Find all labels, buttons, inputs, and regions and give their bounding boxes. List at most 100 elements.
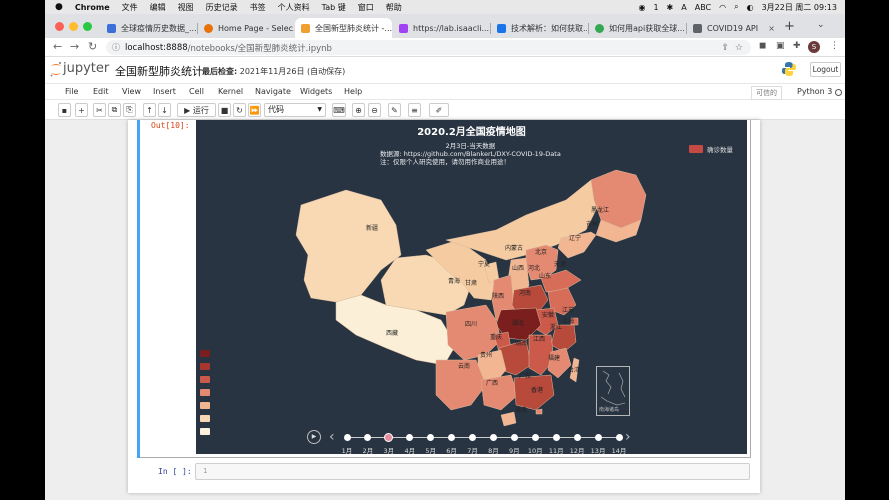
insert-cell-icon[interactable]: +	[75, 103, 88, 117]
timeline-label[interactable]: 4月	[400, 445, 420, 454]
jupyter-logo-text[interactable]: jupyter	[63, 61, 109, 76]
timeline-label[interactable]: 8月	[483, 445, 503, 454]
tab-api-guide[interactable]: 如何用api获取全球... ×	[589, 18, 685, 38]
list-icon[interactable]: ≡	[408, 103, 421, 117]
code-input-cell[interactable]: 1	[195, 463, 750, 480]
timeline-point[interactable]	[552, 434, 560, 441]
reload-icon[interactable]: ↻	[88, 40, 97, 53]
menu-file[interactable]: File	[65, 87, 78, 96]
timeline-point[interactable]	[573, 434, 581, 441]
menu-tab[interactable]: Tab 键	[322, 2, 346, 13]
menu-chrome[interactable]: Chrome	[75, 3, 110, 12]
visual-map-swatch[interactable]	[200, 363, 210, 370]
fast-forward-icon[interactable]: ⏩	[248, 103, 261, 117]
tab-notebook-active[interactable]: 全国新型肺炎统计 -... ×	[295, 18, 392, 38]
visual-map-swatch[interactable]	[200, 350, 210, 357]
timeline-label[interactable]: 11月	[546, 445, 566, 454]
run-button[interactable]: ▶ 运行	[177, 103, 216, 117]
timeline-label[interactable]: 14月	[609, 445, 629, 454]
kernel-name[interactable]: Python 3	[797, 87, 832, 96]
timeline-play-button[interactable]: ▶	[307, 430, 321, 444]
timeline-label[interactable]: 2月	[358, 445, 378, 454]
wechat-icon[interactable]: ◉	[638, 3, 645, 12]
menu-insert[interactable]: Insert	[153, 87, 176, 96]
visual-map-swatch[interactable]	[200, 415, 210, 422]
timeline-point[interactable]	[343, 434, 351, 441]
logout-button[interactable]: Logout	[810, 62, 841, 77]
search-icon[interactable]: ⌕	[734, 2, 738, 12]
menu-history[interactable]: 历史记录	[206, 2, 238, 13]
menu-edit[interactable]: 编辑	[150, 2, 166, 13]
paste-icon[interactable]: ⎘	[123, 103, 136, 117]
apple-icon[interactable]: ●	[55, 2, 63, 12]
address-bar[interactable]: ⓘ localhost:8888 /notebooks/全国新型肺炎统计.ipy…	[106, 40, 751, 55]
timeline-slider[interactable]: ▶ ‹ › 1月 2月 3月 4月 5月 6月 7月 8月 9月 10月 11月 12月 13月 14月	[307, 428, 637, 454]
timeline-label[interactable]: 1月	[337, 445, 357, 454]
timeline-label[interactable]: 6月	[442, 445, 462, 454]
new-tab-button[interactable]: +	[784, 19, 795, 34]
tab-tech-analysis[interactable]: 技术解析：如何获取... ×	[491, 18, 587, 38]
menu-view[interactable]: 视图	[178, 2, 194, 13]
tab-isaaclin[interactable]: https://lab.isaacli... ×	[393, 18, 489, 38]
menu-edit[interactable]: Edit	[93, 87, 109, 96]
close-window-button[interactable]	[55, 22, 64, 31]
site-info-icon[interactable]: ⓘ	[112, 42, 120, 53]
avatar[interactable]: S	[808, 41, 820, 53]
timeline-label[interactable]: 9月	[504, 445, 524, 454]
visual-map-swatch[interactable]	[200, 389, 210, 396]
timeline-point[interactable]	[594, 434, 602, 441]
zoom-in-icon[interactable]: ⊕	[352, 103, 365, 117]
minimize-window-button[interactable]	[69, 22, 78, 31]
timeline-current-point[interactable]	[383, 433, 393, 442]
bluetooth-icon[interactable]: ✱	[667, 3, 674, 12]
visual-map-swatch[interactable]	[200, 402, 210, 409]
extension-icon[interactable]: ◼	[759, 41, 766, 51]
timeline-point[interactable]	[427, 434, 435, 441]
province-海南[interactable]	[500, 411, 517, 427]
save-icon[interactable]: ▪	[58, 103, 71, 117]
timeline-label[interactable]: 13月	[588, 445, 608, 454]
menu-navigate[interactable]: Navigate	[255, 87, 291, 96]
visual-map-swatch[interactable]	[200, 428, 210, 435]
timeline-label[interactable]: 3月	[379, 445, 399, 454]
timeline-point[interactable]	[469, 434, 477, 441]
timeline-next-icon[interactable]: ›	[625, 428, 631, 446]
visual-map-swatch[interactable]	[200, 376, 210, 383]
timeline-label[interactable]: 12月	[567, 445, 587, 454]
timeline-label[interactable]: 5月	[421, 445, 441, 454]
menu-bookmarks[interactable]: 书签	[250, 2, 266, 13]
timeline-point[interactable]	[489, 434, 497, 441]
menu-cell[interactable]: Cell	[189, 87, 204, 96]
share-icon[interactable]: ⇪	[721, 43, 729, 53]
timeline-point[interactable]	[364, 434, 372, 441]
menu-view[interactable]: View	[122, 87, 141, 96]
trusted-badge[interactable]: 可信的	[751, 86, 782, 100]
timeline-point[interactable]	[510, 434, 518, 441]
menu-help[interactable]: Help	[344, 87, 362, 96]
input-method-label[interactable]: ABC	[695, 3, 711, 12]
back-icon[interactable]: ←	[53, 40, 62, 53]
timeline-point[interactable]	[531, 434, 539, 441]
tab-global-covid-history[interactable]: 全球疫情历史数据_... ×	[101, 18, 196, 38]
timeline-label[interactable]: 10月	[525, 445, 545, 454]
province-黑龙江[interactable]	[590, 169, 647, 229]
zoom-out-icon[interactable]: ⊖	[368, 103, 381, 117]
menu-window[interactable]: 窗口	[358, 2, 374, 13]
move-up-icon[interactable]: ↑	[143, 103, 156, 117]
move-down-icon[interactable]: ↓	[158, 103, 171, 117]
jupyter-logo-icon[interactable]	[49, 61, 63, 78]
copy-icon[interactable]: ⧉	[108, 103, 121, 117]
menu-profile[interactable]: 个人资料	[278, 2, 310, 13]
tab-covid19-api[interactable]: COVID19 API ×	[687, 18, 781, 38]
bookmark-star-icon[interactable]: ☆	[735, 43, 743, 53]
clock[interactable]: 3月22日 周二 09:13	[762, 2, 837, 13]
control-center-icon[interactable]: ◐	[747, 3, 754, 12]
more-menu-icon[interactable]: ⋮	[830, 41, 839, 51]
menu-widgets[interactable]: Widgets	[300, 87, 332, 96]
province-香港[interactable]	[535, 408, 543, 415]
menu-file[interactable]: 文件	[122, 2, 138, 13]
visual-map-legend[interactable]	[200, 350, 210, 441]
edit-pen-icon[interactable]: ✐	[429, 103, 449, 117]
zoom-window-button[interactable]	[83, 22, 92, 31]
puzzle-icon[interactable]: ✚	[793, 41, 801, 51]
